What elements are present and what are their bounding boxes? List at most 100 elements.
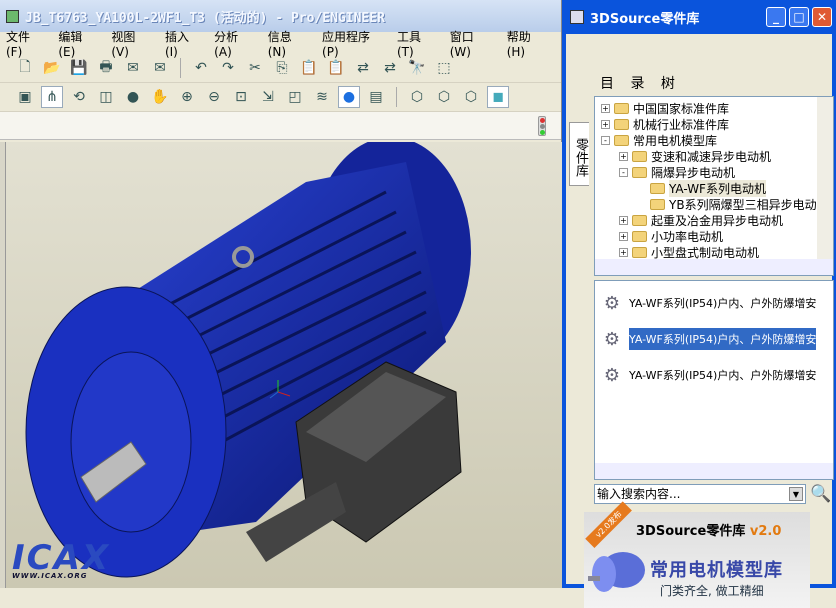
tree-node[interactable]: + 变速和减速异步电动机 [601, 148, 833, 164]
tree-expander-icon[interactable]: - [619, 167, 628, 177]
regenerate-icon[interactable]: ⇄ [352, 57, 374, 79]
find-binoculars-icon[interactable]: 🔭 [406, 57, 428, 79]
folder-icon [650, 182, 665, 194]
pan-hand-icon[interactable]: ✋ [149, 86, 171, 108]
menu-applications[interactable]: 应用程序(P) [322, 28, 382, 59]
maximize-button[interactable]: □ [789, 7, 809, 27]
banner-motor-image [588, 552, 645, 592]
panel-title-bar: 3DSource零件库 _ □ ✕ [566, 0, 832, 34]
open-folder-icon[interactable]: 📂 [41, 57, 63, 79]
tree-expander-icon[interactable]: + [619, 151, 628, 161]
part-list[interactable]: ⚙ YA-WF系列(IP54)户内、户外防爆增安 ⚙ YA-WF系列(IP54)户内、… [594, 280, 834, 480]
cut-icon[interactable]: ✂ [244, 57, 266, 79]
layers-icon[interactable]: ≋ [311, 86, 333, 108]
tree-node-label: 中国国家标准件库 [633, 101, 730, 116]
appearance-sphere-icon[interactable]: ● [122, 86, 144, 108]
motor-model [25, 137, 471, 578]
window-title: JB_T6763_YA100L-2WF1_T3 (活动的) - Pro/ENGI… [25, 10, 385, 26]
select-box-icon[interactable]: ⬚ [433, 57, 455, 79]
regenerate-manager-icon[interactable]: ⇄ [379, 57, 401, 79]
tree-node[interactable]: + 中国国家标准件库 [601, 100, 833, 116]
part-list-item[interactable]: ⚙ YA-WF系列(IP54)户内、户外防爆增安 [595, 285, 833, 321]
tree-expander-icon[interactable]: + [619, 247, 628, 257]
list-horizontal-scrollbar[interactable] [595, 463, 833, 479]
graphics-viewport[interactable] [6, 137, 562, 588]
tree-expander-icon[interactable]: + [601, 119, 610, 129]
panel-title: 3DSource零件库 [590, 11, 700, 27]
zoom-in-icon[interactable]: ⊕ [176, 86, 198, 108]
folder-icon [614, 134, 629, 146]
tree-expander-icon[interactable]: + [601, 103, 610, 113]
shading-icon[interactable]: ◼ [487, 86, 509, 108]
menu-insert[interactable]: 插入(I) [165, 28, 199, 59]
part-label: YA-WF系列(IP54)户内、户外防爆增安 [629, 297, 817, 310]
hidden-line-icon[interactable]: ⬡ [433, 86, 455, 108]
menu-info[interactable]: 信息(N) [268, 28, 307, 59]
panel-app-icon [570, 10, 584, 24]
menu-file[interactable]: 文件(F) [6, 28, 43, 59]
repaint-icon[interactable]: ▣ [14, 86, 36, 108]
part-list-item[interactable]: ⚙ YA-WF系列(IP54)户内、户外防爆增安 [595, 321, 833, 357]
banner-headline: 常用电机模型库 [650, 560, 783, 581]
tree-node[interactable]: + 小功率电动机 [601, 228, 833, 244]
minimize-button[interactable]: _ [766, 7, 786, 27]
search-dropdown-button[interactable]: ▼ [789, 487, 803, 501]
paste-icon[interactable]: 📋 [298, 57, 320, 79]
panel-body: 零件库 目 录 树 + 中国国家标准件库 + 机械行业标准件库 - 常用电机模型库 + 变速和… [566, 34, 834, 608]
new-file-icon[interactable]: 🗋 [14, 57, 36, 79]
catalog-tree[interactable]: + 中国国家标准件库 + 机械行业标准件库 - 常用电机模型库 + 变速和减速异步电动机 - 隔爆… [594, 96, 834, 276]
send-link-icon[interactable]: ✉ [149, 57, 171, 79]
wireframe-icon[interactable]: ⬡ [406, 86, 428, 108]
tree-expander-icon[interactable]: - [601, 135, 610, 145]
promo-banner[interactable]: v2.0发布 3DSource零件库 v2.0 常用电机模型库 门类齐全, 做工… [584, 500, 810, 608]
spin-center-icon[interactable]: ⋔ [41, 86, 63, 108]
search-input[interactable]: 输入搜索内容... ▼ [594, 484, 806, 504]
view-manager-icon[interactable]: ◫ [95, 86, 117, 108]
redo-icon[interactable]: ↷ [217, 57, 239, 79]
zoom-out-icon[interactable]: ⊖ [203, 86, 225, 108]
no-hidden-icon[interactable]: ⬡ [460, 86, 482, 108]
refit-icon[interactable]: ⊡ [230, 86, 252, 108]
tree-node[interactable]: YB系列隔爆型三相异步电动 [601, 196, 833, 212]
tree-node[interactable]: + 小型盘式制动电动机 [601, 244, 833, 260]
folder-icon [632, 150, 647, 162]
menu-tools[interactable]: 工具(T) [397, 28, 435, 59]
banner-ribbon: v2.0发布 [585, 500, 633, 549]
tree-vertical-scrollbar[interactable] [817, 97, 833, 261]
menu-analysis[interactable]: 分析(A) [214, 28, 253, 59]
tree-expander-icon[interactable]: + [619, 215, 628, 225]
part-list-item[interactable]: ⚙ YA-WF系列(IP54)户内、户外防爆增安 [595, 357, 833, 393]
motor-thumbnail-icon: ⚙ [603, 292, 621, 314]
folder-icon [632, 166, 647, 178]
tree-node[interactable]: - 隔爆异步电动机 [601, 164, 833, 180]
save-icon[interactable]: 💾 [68, 57, 90, 79]
orient-mode-icon[interactable]: ⟲ [68, 86, 90, 108]
search-magnifier-icon[interactable]: 🔍 [810, 484, 831, 504]
display-style-icon[interactable]: ● [338, 86, 360, 108]
menu-help[interactable]: 帮助(H) [507, 28, 546, 59]
motor-thumbnail-icon: ⚙ [603, 328, 621, 350]
close-button[interactable]: ✕ [812, 7, 832, 27]
menu-edit[interactable]: 编辑(E) [58, 28, 96, 59]
tree-horizontal-scrollbar[interactable] [595, 259, 833, 275]
folder-icon [632, 230, 647, 242]
app-icon [6, 9, 19, 23]
named-views-icon[interactable]: ◰ [284, 86, 306, 108]
menu-view[interactable]: 视图(V) [111, 28, 150, 59]
reorient-icon[interactable]: ⇲ [257, 86, 279, 108]
paste-special-icon[interactable]: 📋 [325, 57, 347, 79]
print-icon[interactable]: 🖶 [95, 57, 117, 79]
undo-icon[interactable]: ↶ [190, 57, 212, 79]
tree-node[interactable]: + 机械行业标准件库 [601, 116, 833, 132]
tree-node[interactable]: YA-WF系列电动机 [601, 179, 833, 197]
tree-expander-icon[interactable]: + [619, 231, 628, 241]
tab-part-library[interactable]: 零件库 [569, 122, 589, 186]
search-placeholder: 输入搜索内容... [597, 487, 681, 501]
tree-node[interactable]: + 起重及冶金用异步电动机 [601, 212, 833, 228]
menu-window[interactable]: 窗口(W) [450, 28, 492, 59]
banner-slogan: 门类齐全, 做工精细 [660, 584, 764, 598]
copy-icon[interactable]: ⎘ [271, 57, 293, 79]
screenshot-icon[interactable]: ▤ [365, 86, 387, 108]
send-mail-icon[interactable]: ✉ [122, 57, 144, 79]
tree-node[interactable]: - 常用电机模型库 [601, 132, 833, 148]
